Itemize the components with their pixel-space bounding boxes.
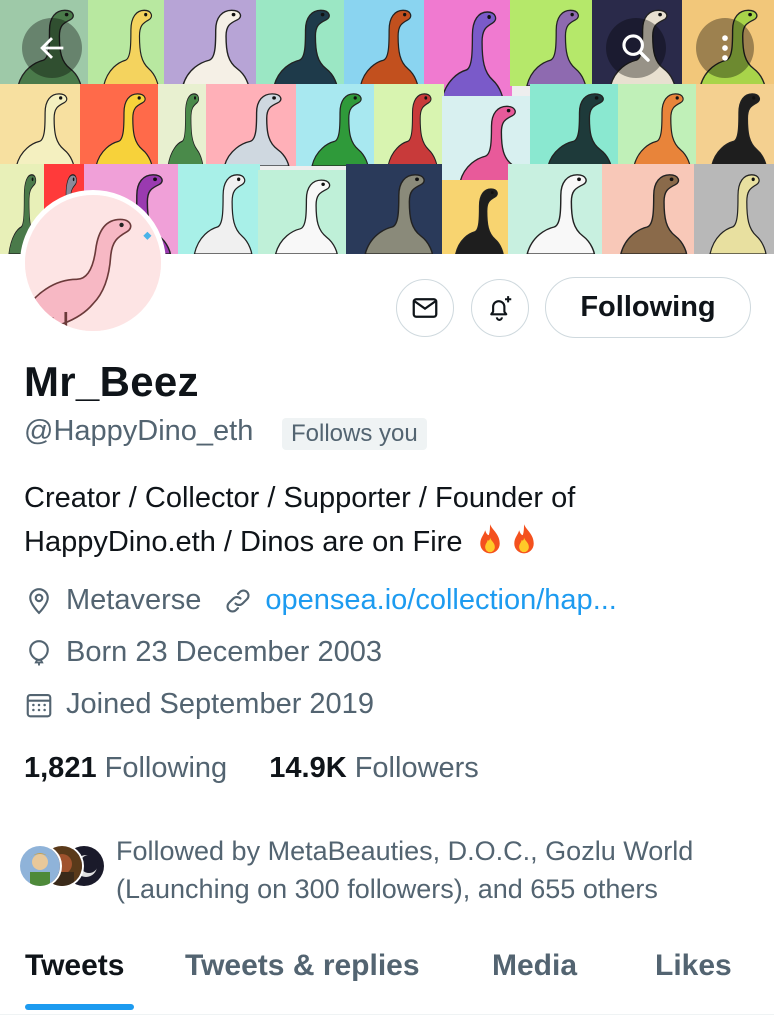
- pink-dino-avatar-image: [25, 195, 161, 331]
- profile-meta-location-website: Metaverse opensea.io/collection/hap...: [24, 584, 617, 617]
- location-pin-icon: [29, 587, 49, 614]
- user-handle: @HappyDino_eth: [24, 415, 254, 447]
- banner-dino-tile: [508, 164, 604, 254]
- followers-count-link[interactable]: 14.9K Followers: [269, 752, 479, 784]
- banner-dino-tile: [374, 84, 444, 166]
- more-options-button[interactable]: [696, 18, 754, 78]
- mutual-avatar: [18, 844, 62, 888]
- following-label: Following: [104, 752, 228, 784]
- banner-dino-tile: [618, 84, 698, 166]
- tab-tweets[interactable]: Tweets: [25, 949, 124, 983]
- link-icon: [226, 588, 250, 613]
- banner-dino-tile: [178, 164, 260, 254]
- back-button[interactable]: [22, 18, 82, 78]
- banner-dino-tile: [696, 84, 774, 166]
- banner-dino-tile: [258, 170, 346, 254]
- display-name: Mr_Beez: [24, 358, 199, 405]
- message-button[interactable]: [396, 279, 454, 337]
- arrow-left-icon: [40, 37, 64, 59]
- more-vertical-icon: [722, 35, 728, 61]
- location-text: Metaverse: [66, 584, 202, 616]
- following-count: 1,821: [24, 752, 97, 784]
- profile-tabs: Tweets Tweets & replies Media Likes: [0, 935, 774, 1015]
- calendar-icon: [26, 693, 52, 717]
- fire-emoji-icon: [479, 524, 500, 554]
- profile-meta-birthday: Born 23 December 2003: [24, 636, 382, 669]
- banner-dino-tile: [206, 84, 298, 166]
- balloon-icon: [29, 639, 49, 665]
- tabs-divider: [0, 1014, 774, 1015]
- profile-meta-joined: Joined September 2019: [24, 688, 374, 721]
- followers-count: 14.9K: [269, 752, 347, 784]
- tab-tweets-and-replies[interactable]: Tweets & replies: [185, 949, 420, 983]
- banner-dino-tile: [0, 84, 82, 166]
- following-button[interactable]: Following: [545, 277, 751, 338]
- search-button[interactable]: [606, 18, 666, 78]
- profile-avatar[interactable]: [20, 190, 166, 336]
- tab-likes[interactable]: Likes: [655, 949, 732, 983]
- follow-counts: 1,821 Following 14.9K Followers: [24, 752, 479, 785]
- active-tab-indicator: [25, 1004, 134, 1010]
- follows-you-badge: Follows you: [282, 418, 427, 450]
- search-icon: [622, 34, 650, 62]
- birthday-text: Born 23 December 2003: [66, 636, 382, 668]
- banner-dino-tile: [344, 0, 426, 86]
- banner-dino-tile: [88, 0, 166, 86]
- banner-dino-tile: [158, 84, 208, 166]
- notifications-button[interactable]: [471, 279, 529, 337]
- banner-dino-tile: [694, 164, 774, 254]
- bell-plus-icon: [490, 296, 512, 321]
- following-count-link[interactable]: 1,821 Following: [24, 752, 227, 784]
- banner-dino-tile: [442, 180, 510, 254]
- banner-dino-tile: [530, 84, 620, 166]
- joined-text: Joined September 2019: [66, 688, 374, 720]
- website-link-text[interactable]: opensea.io/collection/hap...: [265, 584, 616, 617]
- website-link[interactable]: opensea.io/collection/hap...: [223, 584, 617, 617]
- banner-dino-tile: [256, 0, 346, 86]
- banner-dino-tile: [510, 0, 594, 86]
- followed-by-text: Followed by MetaBeauties, D.O.C., Gozlu …: [116, 836, 694, 904]
- profile-bio: Creator / Collector / Supporter / Founde…: [24, 476, 764, 564]
- followers-label: Followers: [354, 752, 479, 784]
- banner-dino-tile: [164, 0, 258, 86]
- tab-media[interactable]: Media: [492, 949, 577, 983]
- banner-dino-tile: [296, 84, 376, 166]
- banner-dino-tile: [602, 164, 696, 254]
- fire-emoji-icon: [513, 524, 534, 554]
- banner-dino-tile: [346, 164, 442, 254]
- banner-dino-tile: [80, 84, 160, 166]
- mutual-follower-avatars: [18, 844, 110, 890]
- mail-icon: [412, 298, 438, 318]
